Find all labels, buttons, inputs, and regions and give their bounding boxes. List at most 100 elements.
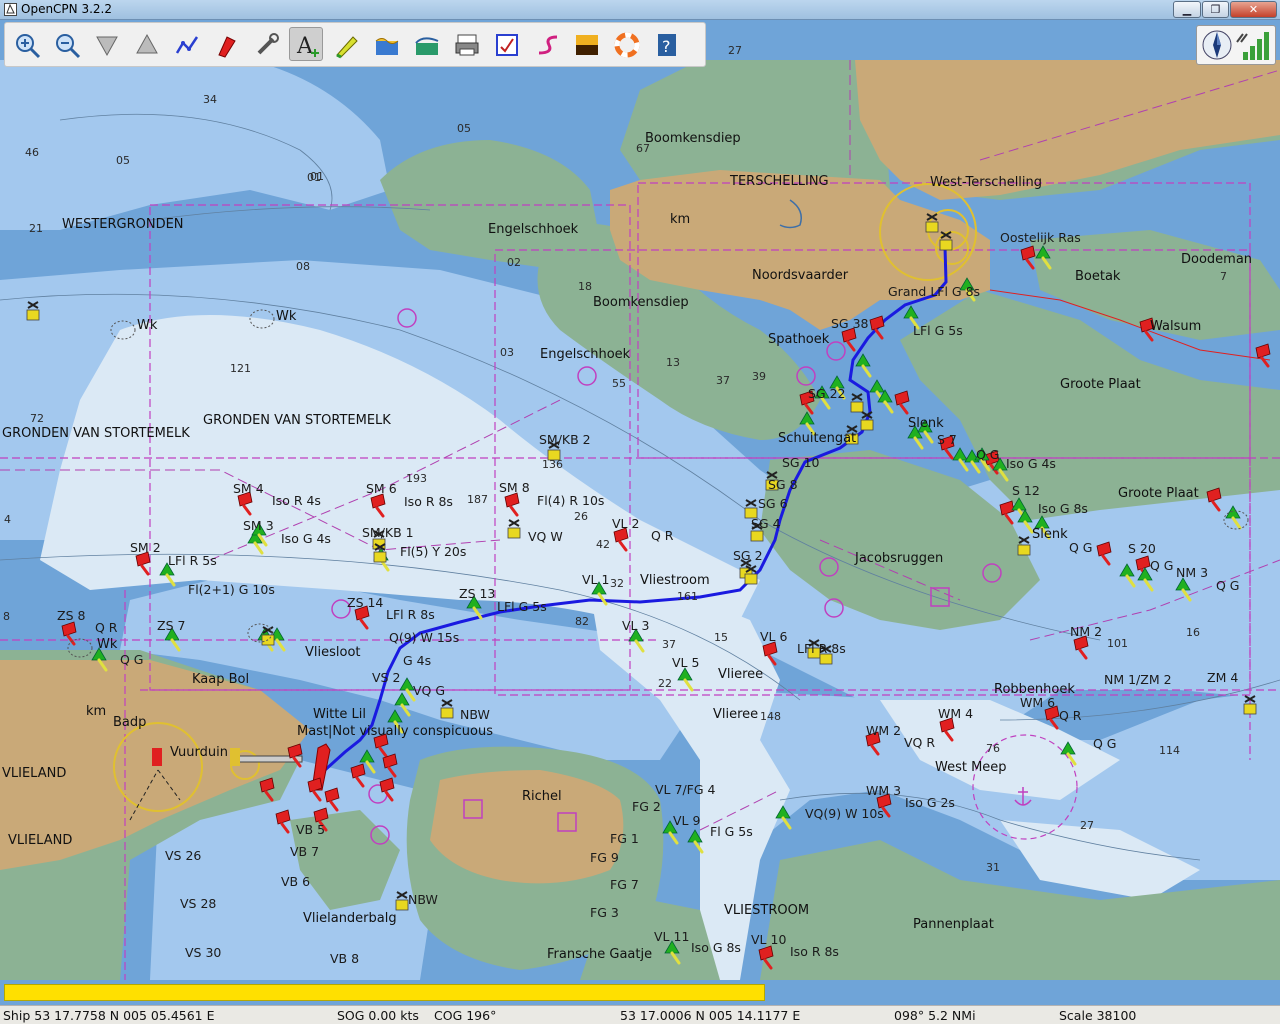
follow-ship-icon — [218, 36, 236, 58]
settings-button[interactable] — [249, 27, 283, 61]
color-scheme-button[interactable] — [569, 27, 603, 61]
light-characteristic: Q R — [95, 620, 118, 635]
light-characteristic: Grand LFl G 8s — [888, 284, 980, 299]
chart-canvas[interactable]: Boomkensdiep TERSCHELLING West-Terschellin… — [0, 20, 1280, 1005]
map-label: TERSCHELLING — [729, 174, 829, 189]
light-characteristic: LFl G 5s — [913, 323, 963, 338]
current-button[interactable] — [409, 27, 443, 61]
map-label: GRONDEN VAN STORTEMELK — [2, 426, 190, 441]
minimize-button[interactable]: ▁ — [1173, 1, 1201, 18]
buoy-label: WM 2 — [866, 723, 901, 738]
scale-in-button[interactable] — [129, 27, 163, 61]
bearing-distance: 098° 5.2 NMi — [894, 1008, 976, 1023]
map-label: VLIELAND — [8, 833, 72, 848]
light-characteristic: LFl R 5s — [168, 553, 217, 568]
map-label: km — [670, 212, 690, 227]
buoy-label: ZS 8 — [57, 608, 85, 623]
buoy-label: SG 10 — [782, 455, 820, 470]
print-button[interactable] — [449, 27, 483, 61]
tide-button[interactable] — [369, 27, 403, 61]
depth-sounding: 03 — [500, 346, 514, 359]
depth-sounding: 101 — [1107, 637, 1128, 650]
route-manager-button[interactable] — [489, 27, 523, 61]
map-label: Mast|Not visually conspicuous — [297, 724, 493, 739]
cursor-position: 53 17.0006 N 005 14.1177 E — [620, 1008, 801, 1023]
help-button[interactable]: ? — [649, 27, 683, 61]
depth-sounding: 22 — [658, 677, 672, 690]
current-icon — [415, 37, 439, 55]
buoy-label: S 20 — [1128, 541, 1156, 556]
light-characteristic: Iso G 8s — [1038, 501, 1088, 516]
depth-sounding: 32 — [610, 577, 624, 590]
tide-icon — [375, 38, 399, 55]
map-label: Jacobsruggen — [854, 551, 943, 566]
track-button[interactable] — [529, 27, 563, 61]
depth-sounding: 01 — [310, 170, 324, 183]
buoy-label: VB 7 — [290, 844, 319, 859]
scale-in-icon — [136, 33, 158, 54]
buoy-label: VB 6 — [281, 874, 310, 889]
buoy-label: WM 6 — [1020, 695, 1055, 710]
light-characteristic: Q G — [1216, 578, 1240, 593]
map-label: Engelschhoek — [488, 222, 579, 237]
map-label: GRONDEN VAN STORTEMELK — [203, 413, 391, 428]
help-icon: ? — [658, 34, 676, 56]
map-label: Boetak — [1075, 269, 1121, 284]
map-label: Engelschhoek — [540, 347, 631, 362]
light-characteristic: LFl G 5s — [497, 599, 547, 614]
depth-sounding: 8 — [3, 610, 10, 623]
buoy-label: VS 2 — [372, 670, 400, 685]
scale-out-button[interactable] — [89, 27, 123, 61]
depth-sounding: 18 — [578, 280, 592, 293]
depth-sounding: 161 — [677, 590, 698, 603]
zoom-in-button[interactable] — [9, 27, 43, 61]
buoy-label: VL 5 — [672, 655, 699, 670]
light-characteristic: Q R — [1059, 708, 1082, 723]
loading-progress-bar — [4, 984, 765, 1001]
map-label: Schuitengat — [778, 431, 856, 446]
depth-sounding: 39 — [752, 370, 766, 383]
zoom-out-button[interactable] — [49, 27, 83, 61]
route-manager-icon — [496, 34, 518, 56]
map-label: West Meep — [935, 760, 1007, 775]
light-characteristic: VQ(9) W 10s — [805, 806, 884, 821]
mob-button[interactable] — [609, 27, 643, 61]
map-label: VLIESTROOM — [724, 903, 809, 918]
title-bar: OpenCPN 3.2.2 ▁ ❐ ✕ — [0, 0, 1280, 20]
depth-sounding: 37 — [716, 374, 730, 387]
buoy-label: ZM 4 — [1207, 670, 1238, 685]
buoy-label: FG 9 — [590, 850, 619, 865]
map-label: Walsum — [1150, 319, 1201, 334]
map-label: Slenk — [1032, 527, 1068, 542]
buoy-label: VL 11 — [654, 929, 689, 944]
light-characteristic: Iso G 2s — [905, 795, 955, 810]
nautical-chart[interactable]: Boomkensdiep TERSCHELLING West-Terschellin… — [0, 20, 1280, 1005]
buoy-label: SG 22 — [808, 386, 846, 401]
depth-sounding: 37 — [662, 638, 676, 651]
light-characteristic: LFl R 8s — [386, 607, 435, 622]
svg-text:?: ? — [662, 37, 671, 56]
buoy-label: SM/KB 2 — [539, 432, 591, 447]
light-characteristic: Iso R 8s — [790, 944, 839, 959]
follow-ship-button[interactable] — [209, 27, 243, 61]
light-characteristic: Q R — [651, 528, 674, 543]
maximize-button[interactable]: ❐ — [1202, 1, 1229, 18]
map-label: Pannenplaat — [913, 917, 994, 932]
depth-sounding: 82 — [575, 615, 589, 628]
route-create-button[interactable] — [169, 27, 203, 61]
compass-widget[interactable] — [1196, 25, 1276, 65]
depth-sounding: 27 — [1080, 819, 1094, 832]
mob-icon — [614, 32, 640, 58]
buoy-label: VB 8 — [330, 951, 359, 966]
status-bar: Ship 53 17.7758 N 005 05.4561 E SOG 0.00… — [0, 1005, 1280, 1024]
buoy-label: SM 4 — [233, 481, 264, 496]
text-toggle-button[interactable]: A — [289, 27, 323, 61]
map-label: VLIELAND — [2, 766, 66, 781]
light-characteristic: Q G — [1093, 736, 1117, 751]
close-button[interactable]: ✕ — [1230, 1, 1277, 18]
track-icon — [538, 35, 558, 55]
progress-fill — [5, 985, 764, 1000]
depth-sounding: 193 — [406, 472, 427, 485]
map-label: Doodeman — [1181, 252, 1252, 267]
mark-waypoint-button[interactable] — [329, 27, 363, 61]
